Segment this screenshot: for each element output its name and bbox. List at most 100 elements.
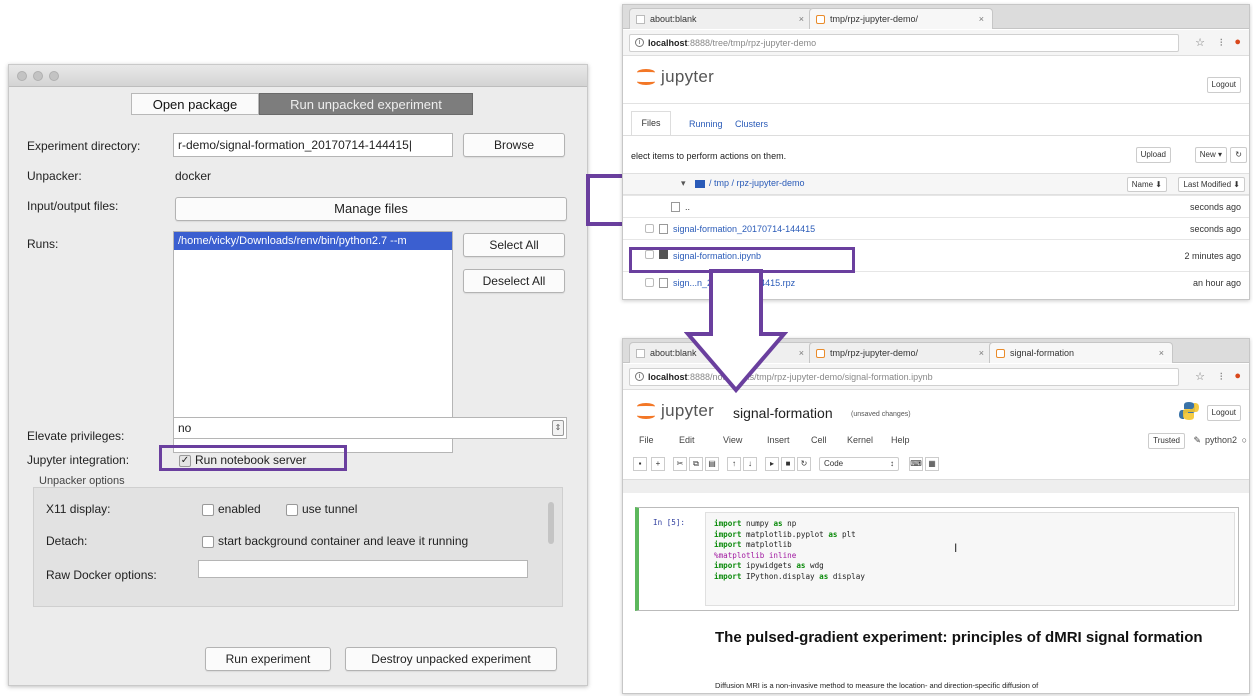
sort-name-button[interactable]: Name ⬇ <box>1126 177 1167 192</box>
x11-enabled-checkbox[interactable]: enabled <box>202 502 261 516</box>
run-list-item[interactable]: /home/vicky/Downloads/renv/bin/python2.7… <box>174 232 452 250</box>
cut-icon[interactable]: ✂ <box>673 457 687 471</box>
checkbox-unchecked-icon <box>202 535 214 548</box>
menu-insert[interactable]: Insert <box>767 435 790 445</box>
notebook-title[interactable]: signal-formation <box>733 405 833 421</box>
close-tab-icon[interactable]: × <box>799 343 804 363</box>
close-tab-icon[interactable]: × <box>979 9 984 29</box>
insert-cell-icon[interactable]: + <box>651 457 665 471</box>
breadcrumb[interactable]: / tmp / rpz-jupyter-demo <box>709 178 805 188</box>
notebook-scroll-gutter <box>623 479 1249 493</box>
gui-tabbar: Open package Run unpacked experiment <box>131 93 473 115</box>
menu-cell[interactable]: Cell <box>811 435 827 445</box>
notebook-menubar: File Edit View Insert Cell Kernel Help T… <box>623 429 1249 451</box>
elevate-privileges-select[interactable]: no ⇕ <box>173 417 567 439</box>
restart-icon[interactable]: ↻ <box>797 457 811 471</box>
tab-title: tmp/rpz-jupyter-demo/ <box>830 14 919 24</box>
url-field[interactable]: i localhost:8888/tree/tmp/rpz-jupyter-dem… <box>629 34 1179 52</box>
row-checkbox[interactable] <box>645 278 654 287</box>
tab-title: tmp/rpz-jupyter-demo/ <box>830 348 919 358</box>
file-icon <box>659 278 668 288</box>
url-host: localhost <box>648 372 688 382</box>
use-tunnel-checkbox[interactable]: use tunnel <box>286 502 357 516</box>
extension-icon[interactable]: ⁝ <box>1220 370 1224 383</box>
browser-tabstrip: about:blank × tmp/rpz-jupyter-demo/ × <box>623 5 1249 29</box>
destroy-unpacked-experiment-button[interactable]: Destroy unpacked experiment <box>345 647 557 671</box>
file-modified: an hour ago <box>1192 278 1241 288</box>
interrupt-icon[interactable]: ■ <box>781 457 795 471</box>
close-tab-icon[interactable]: × <box>979 343 984 363</box>
row-checkbox[interactable] <box>645 224 654 233</box>
x11-display-label: X11 display: <box>46 502 111 516</box>
tab-title: about:blank <box>650 14 697 24</box>
browser-tab-tree[interactable]: tmp/rpz-jupyter-demo/ × <box>809 342 993 363</box>
browser-tab-notebook[interactable]: signal-formation × <box>989 342 1173 363</box>
move-down-icon[interactable]: ↓ <box>743 457 757 471</box>
notebook-toolbar: ▪ + ✂ ⧉ ▤ ↑ ↓ ▸ ■ ↻ Code ↕ ⌨ ▦ <box>633 457 1033 473</box>
select-all-button[interactable]: Select All <box>463 233 565 257</box>
paste-icon[interactable]: ▤ <box>705 457 719 471</box>
browser-tab-tree[interactable]: tmp/rpz-jupyter-demo/ × <box>809 8 993 29</box>
move-up-icon[interactable]: ↑ <box>727 457 741 471</box>
refresh-button[interactable]: ↻ <box>1230 147 1247 163</box>
unpacker-options-group: X11 display: enabled use tunnel Detach: … <box>33 487 563 607</box>
file-name[interactable]: signal-formation_20170714-144415 <box>673 218 815 240</box>
logout-button[interactable]: Logout <box>1206 405 1241 421</box>
logout-button[interactable]: Logout <box>1206 77 1241 93</box>
tab-title: signal-formation <box>1010 348 1075 358</box>
select-dropdown-icon[interactable]: ▾ <box>681 178 686 189</box>
bookmark-star-icon[interactable]: ☆ <box>1195 370 1205 383</box>
options-scrollbar[interactable] <box>548 502 554 544</box>
adblock-icon[interactable]: ● <box>1234 36 1241 48</box>
experiment-directory-field[interactable]: r-demo/signal-formation_20170714-144415| <box>173 133 453 157</box>
file-name[interactable]: .. <box>685 196 690 218</box>
adblock-icon[interactable]: ● <box>1234 370 1241 382</box>
tab-files[interactable]: Files <box>631 111 671 135</box>
detach-checkbox[interactable]: start background container and leave it … <box>202 534 468 548</box>
upload-button[interactable]: Upload <box>1135 147 1171 163</box>
browse-button[interactable]: Browse <box>463 133 565 157</box>
menu-help[interactable]: Help <box>891 435 910 445</box>
code-text[interactable]: import numpy as np import matplotlib.pypl… <box>714 519 865 582</box>
tab-run-unpacked-experiment[interactable]: Run unpacked experiment <box>259 93 473 115</box>
deselect-all-button[interactable]: Deselect All <box>463 269 565 293</box>
copy-icon[interactable]: ⧉ <box>689 457 703 471</box>
new-dropdown-button[interactable]: New ▾ <box>1194 147 1227 163</box>
manage-files-button[interactable]: Manage files <box>175 197 567 221</box>
tab-running[interactable]: Running <box>689 119 723 129</box>
code-line: import matplotlib.pyplot as plt <box>714 529 856 539</box>
menu-edit[interactable]: Edit <box>679 435 695 445</box>
close-tab-icon[interactable]: × <box>1159 343 1164 363</box>
menu-kernel[interactable]: Kernel <box>847 435 873 445</box>
list-item[interactable]: .. seconds ago <box>623 195 1249 217</box>
menu-view[interactable]: View <box>723 435 742 445</box>
code-line: import IPython.display as display <box>714 571 865 581</box>
run-cell-icon[interactable]: ▸ <box>765 457 779 471</box>
tab-open-package[interactable]: Open package <box>131 93 259 115</box>
save-icon[interactable]: ▪ <box>633 457 647 471</box>
close-tab-icon[interactable]: × <box>799 9 804 29</box>
sort-last-modified-button[interactable]: Last Modified ⬇ <box>1178 177 1245 192</box>
close-window-icon[interactable] <box>17 71 27 81</box>
menu-file[interactable]: File <box>639 435 654 445</box>
jupyter-logo-icon <box>637 69 655 85</box>
extension-icon[interactable]: ⁝ <box>1220 36 1224 49</box>
cell-type-select[interactable]: Code ↕ <box>819 457 899 471</box>
browser-tab-about-blank[interactable]: about:blank × <box>629 8 813 29</box>
edit-pencil-icon[interactable]: ✎ <box>1193 435 1201 446</box>
code-cell[interactable]: In [5]: import numpy as np import matplot… <box>635 507 1239 611</box>
code-input[interactable]: import numpy as np import matplotlib.pypl… <box>705 512 1235 606</box>
minimize-window-icon[interactable] <box>33 71 43 81</box>
window-titlebar <box>9 65 587 87</box>
run-experiment-button[interactable]: Run experiment <box>205 647 331 671</box>
checkbox-unchecked-icon <box>286 503 298 516</box>
raw-docker-options-field[interactable] <box>198 560 528 578</box>
use-tunnel-label: use tunnel <box>302 502 358 516</box>
keyboard-icon[interactable]: ⌨ <box>909 457 923 471</box>
cell-toolbar-icon[interactable]: ▦ <box>925 457 939 471</box>
trusted-indicator[interactable]: Trusted <box>1148 433 1185 449</box>
bookmark-star-icon[interactable]: ☆ <box>1195 36 1205 49</box>
list-item[interactable]: signal-formation_20170714-144415 seconds … <box>623 217 1249 239</box>
zoom-window-icon[interactable] <box>49 71 59 81</box>
tab-clusters[interactable]: Clusters <box>735 119 768 129</box>
